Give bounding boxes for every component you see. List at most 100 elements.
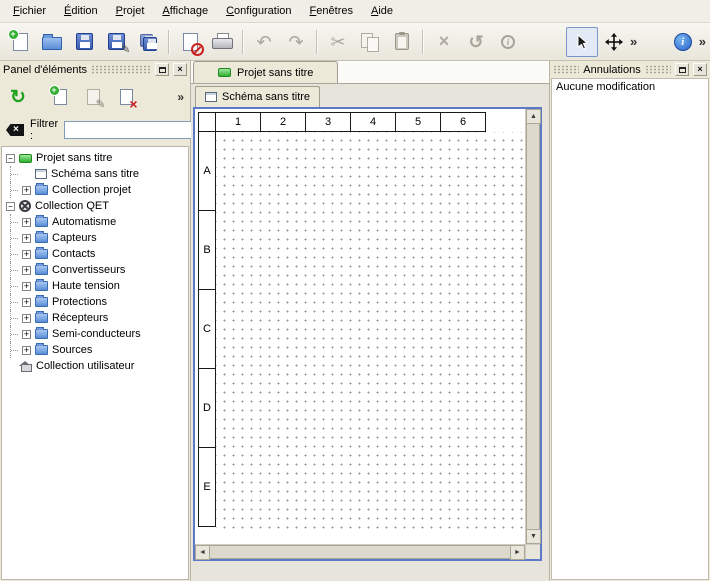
tree-item-recepteurs[interactable]: Récepteurs	[2, 310, 188, 326]
expand-expander-icon[interactable]	[22, 346, 31, 355]
expand-expander-icon[interactable]	[22, 266, 31, 275]
pan-mode-button[interactable]	[598, 27, 630, 57]
scroll-right-button[interactable]: ►	[510, 545, 525, 560]
diagram-grid-paper[interactable]	[216, 132, 525, 532]
open-folder-icon	[42, 37, 62, 50]
horizontal-scrollbar[interactable]: ◄ ►	[195, 544, 525, 559]
expand-expander-icon[interactable]	[22, 218, 31, 227]
column-ruler: 1 2 3 4 5 6	[215, 112, 486, 132]
float-dock-button[interactable]	[675, 63, 689, 76]
expand-expander-icon[interactable]	[22, 282, 31, 291]
dock-grip[interactable]	[553, 65, 579, 74]
save-all-button[interactable]	[132, 27, 164, 57]
copy-button[interactable]	[354, 27, 386, 57]
elements-tree: Projet sans titre Schéma sans titre Coll…	[1, 146, 189, 580]
menu-projet[interactable]: Projet	[107, 2, 154, 20]
close-dock-button[interactable]	[173, 63, 187, 76]
close-document-icon	[183, 33, 198, 51]
new-element-button[interactable]	[46, 83, 74, 111]
vertical-scroll-thumb[interactable]	[526, 123, 540, 530]
scroll-left-button[interactable]: ◄	[195, 545, 210, 560]
folder-icon	[35, 217, 48, 227]
select-mode-button[interactable]	[566, 27, 598, 57]
tree-item-schema[interactable]: Schéma sans titre	[2, 166, 188, 182]
menu-aide[interactable]: Aide	[362, 2, 402, 20]
scissors-icon	[330, 33, 345, 51]
expand-expander-icon[interactable]	[22, 298, 31, 307]
scrollbar-corner	[525, 544, 540, 559]
tree-item-haute-tension[interactable]: Haute tension	[2, 278, 188, 294]
tree-item-protections[interactable]: Protections	[2, 294, 188, 310]
save-button[interactable]	[68, 27, 100, 57]
cut-button[interactable]	[322, 27, 354, 57]
menu-fenetres[interactable]: Fenêtres	[301, 2, 362, 20]
tree-item-collection-projet[interactable]: Collection projet	[2, 182, 188, 198]
save-as-icon	[108, 33, 125, 50]
schema-icon	[205, 92, 217, 102]
delete-element-button[interactable]	[112, 83, 140, 111]
vertical-scrollbar[interactable]: ▲ ▼	[525, 109, 540, 544]
menu-affichage[interactable]: Affichage	[153, 2, 217, 20]
elements-panel-titlebar[interactable]: Panel d'éléments	[0, 61, 190, 78]
reload-collections-button[interactable]	[4, 83, 32, 111]
collapse-expander-icon[interactable]	[6, 202, 15, 211]
list-item[interactable]: Aucune modification	[552, 79, 708, 95]
tree-item-automatisme[interactable]: Automatisme	[2, 214, 188, 230]
tree-item-collection-utilisateur[interactable]: Collection utilisateur	[2, 358, 188, 374]
menu-configuration[interactable]: Configuration	[217, 2, 300, 20]
tree-item-capteurs[interactable]: Capteurs	[2, 230, 188, 246]
edit-element-button[interactable]	[79, 83, 107, 111]
cursor-arrow-icon	[574, 34, 590, 50]
folder-icon	[35, 233, 48, 243]
rotate-button[interactable]	[460, 27, 492, 57]
expand-expander-icon[interactable]	[22, 330, 31, 339]
undo-button[interactable]	[248, 27, 280, 57]
diagram-view[interactable]: 1 2 3 4 5 6 A B C D E	[195, 109, 525, 544]
delete-button[interactable]	[428, 27, 460, 57]
open-project-button[interactable]	[36, 27, 68, 57]
close-dock-button[interactable]	[693, 63, 707, 76]
clear-filter-icon[interactable]	[6, 124, 24, 136]
row-header: B	[198, 210, 216, 290]
tab-projet-sans-titre[interactable]: Projet sans titre	[193, 61, 338, 83]
tree-item-convertisseurs[interactable]: Convertisseurs	[2, 262, 188, 278]
menu-fichier[interactable]: Fichier	[4, 2, 55, 20]
horizontal-scroll-thumb[interactable]	[209, 545, 511, 559]
toolbar-separator	[168, 30, 170, 54]
close-icon	[177, 65, 182, 74]
dock-grip[interactable]	[91, 65, 151, 74]
save-icon	[76, 33, 93, 50]
toolbar-extension-chevron-right[interactable]: »	[699, 34, 706, 49]
collapse-expander-icon[interactable]	[6, 154, 15, 163]
dock-grip[interactable]	[645, 65, 671, 74]
new-project-button[interactable]	[4, 27, 36, 57]
tree-item-sources[interactable]: Sources	[2, 342, 188, 358]
close-project-button[interactable]	[174, 27, 206, 57]
redo-button[interactable]	[280, 27, 312, 57]
undo-panel-titlebar[interactable]: Annulations	[550, 61, 710, 78]
expand-expander-icon[interactable]	[22, 186, 31, 195]
expand-expander-icon[interactable]	[22, 314, 31, 323]
paste-button[interactable]	[386, 27, 418, 57]
print-button[interactable]	[206, 27, 238, 57]
project-icon	[218, 68, 231, 77]
element-info-button[interactable]	[492, 27, 524, 57]
toolbar-separator	[316, 30, 318, 54]
scroll-down-button[interactable]: ▼	[526, 529, 541, 544]
menu-edition[interactable]: Édition	[55, 2, 107, 20]
expand-expander-icon[interactable]	[22, 250, 31, 259]
tree-item-semi-conducteurs[interactable]: Semi-conducteurs	[2, 326, 188, 342]
tab-schema-sans-titre[interactable]: Schéma sans titre	[195, 86, 320, 107]
float-dock-button[interactable]	[155, 63, 169, 76]
tree-item-contacts[interactable]: Contacts	[2, 246, 188, 262]
tree-item-project[interactable]: Projet sans titre	[2, 150, 188, 166]
about-button[interactable]	[667, 27, 699, 57]
tree-item-collection-qet[interactable]: Collection QET	[2, 198, 188, 214]
toolbar-extension-chevron[interactable]: »	[630, 34, 637, 49]
panel-extension-chevron[interactable]: »	[177, 90, 186, 104]
row-ruler: A B C D E	[198, 131, 216, 527]
expand-expander-icon[interactable]	[22, 234, 31, 243]
rotate-icon	[468, 33, 483, 51]
scroll-up-button[interactable]: ▲	[526, 109, 541, 124]
save-as-button[interactable]	[100, 27, 132, 57]
